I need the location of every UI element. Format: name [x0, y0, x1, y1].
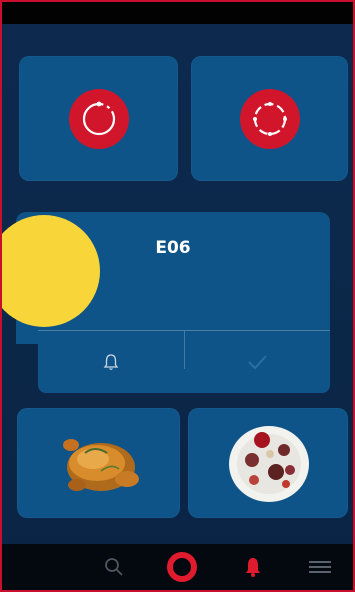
oven-control-screen: E06 — [0, 0, 355, 592]
roast-chicken-tile[interactable] — [17, 408, 180, 518]
alerts-button[interactable] — [233, 544, 273, 590]
home-button[interactable] — [162, 544, 202, 590]
menu-button[interactable] — [300, 544, 340, 590]
bell-action-button[interactable] — [38, 331, 184, 393]
single-dotted-ring-icon — [68, 88, 129, 149]
hamburger-menu-icon — [309, 561, 331, 573]
status-bar — [2, 2, 353, 24]
red-ring-logo-icon — [167, 552, 197, 582]
bottom-nav — [2, 544, 353, 590]
bell-icon — [103, 354, 119, 370]
search-icon — [105, 558, 123, 576]
search-button[interactable] — [94, 544, 134, 590]
segmented-ring-icon — [239, 88, 300, 149]
error-actions — [38, 330, 330, 393]
confirm-action-button[interactable] — [184, 331, 330, 393]
plate-dish-tile[interactable] — [188, 408, 348, 518]
program-tile-1[interactable] — [19, 56, 178, 181]
plate-of-food-image — [229, 426, 309, 502]
roast-chicken-image — [63, 439, 139, 491]
checkmark-icon — [248, 355, 267, 370]
bell-icon — [246, 558, 260, 577]
program-tile-2[interactable] — [191, 56, 348, 181]
